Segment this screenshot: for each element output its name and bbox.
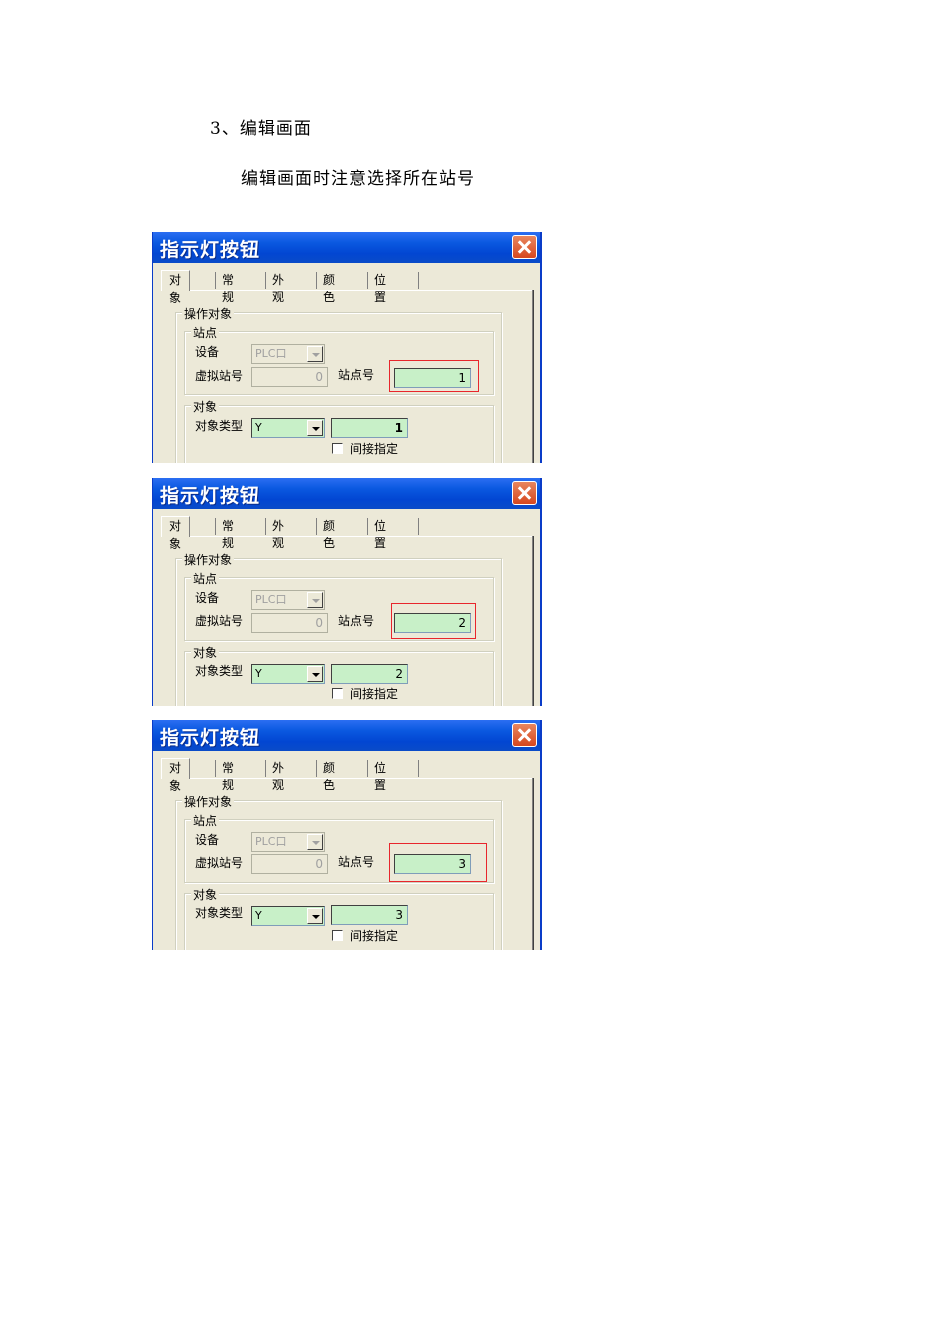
group-label: 站点 (191, 812, 220, 829)
virtual-station-label: 虚拟站号 (195, 614, 244, 628)
chevron-down-icon (307, 346, 323, 362)
station-number-label: 站点号 (338, 368, 375, 382)
chevron-down-icon (307, 592, 323, 608)
tab-position[interactable]: 位置 (367, 272, 386, 304)
tab-general[interactable]: 常规 (215, 272, 234, 304)
tab-position[interactable]: 位置 (367, 760, 386, 792)
chevron-down-icon (307, 834, 323, 850)
chevron-down-icon[interactable] (307, 666, 323, 682)
close-icon[interactable] (512, 723, 537, 747)
object-type-label: 对象类型 (195, 419, 244, 433)
chevron-down-icon[interactable] (307, 420, 323, 436)
tab-divider (418, 760, 419, 777)
object-type-label: 对象类型 (195, 664, 244, 678)
tab-general[interactable]: 常规 (215, 518, 234, 550)
object-address-input[interactable]: 1 (331, 418, 408, 438)
panel-border (161, 536, 533, 537)
group-label: 操作对象 (182, 793, 235, 810)
dialog-title: 指示灯按钮 (160, 485, 261, 507)
object-type-select[interactable]: Y (251, 906, 325, 926)
section-note: 编辑画面时注意选择所在站号 (241, 169, 475, 189)
group-label: 对象 (191, 398, 220, 415)
virtual-station-input: 0 (251, 367, 328, 387)
highlight-box (389, 843, 487, 882)
tab-color[interactable]: 颜色 (316, 272, 335, 304)
group-label: 站点 (191, 570, 220, 587)
device-label: 设备 (195, 833, 220, 847)
object-address-input[interactable]: 3 (331, 905, 408, 925)
tab-appearance[interactable]: 外观 (265, 760, 284, 792)
highlight-box (389, 360, 479, 392)
indirect-checkbox[interactable] (332, 688, 343, 699)
tab-divider (418, 272, 419, 289)
object-type-value: Y (255, 421, 262, 434)
virtual-station-input: 0 (251, 854, 328, 874)
device-label: 设备 (195, 345, 220, 359)
title-bar[interactable]: 指示灯按钮 (153, 720, 540, 751)
indirect-label: 间接指定 (350, 442, 399, 456)
station-number-label: 站点号 (338, 855, 375, 869)
object-type-select[interactable]: Y (251, 418, 325, 438)
tab-appearance[interactable]: 外观 (265, 272, 284, 304)
virtual-station-label: 虚拟站号 (195, 856, 244, 870)
indicator-button-dialog-2: 指示灯按钮 对象 常规 外观 颜色 位置 操作对象 站点 对象 设备 PLC口 … (152, 478, 542, 706)
virtual-station-input: 0 (251, 613, 328, 633)
panel-border (533, 290, 534, 463)
title-bar[interactable]: 指示灯按钮 (153, 478, 540, 509)
tab-general[interactable]: 常规 (215, 760, 234, 792)
highlight-box (391, 603, 476, 639)
tab-position[interactable]: 位置 (367, 518, 386, 550)
device-label: 设备 (195, 591, 220, 605)
title-bar[interactable]: 指示灯按钮 (153, 232, 540, 263)
indirect-checkbox[interactable] (332, 930, 343, 941)
group-label: 对象 (191, 886, 220, 903)
device-value: PLC口 (255, 347, 287, 360)
indirect-label: 间接指定 (350, 929, 399, 943)
indicator-button-dialog-3: 指示灯按钮 对象 常规 外观 颜色 位置 操作对象 站点 对象 设备 PLC口 … (152, 720, 542, 950)
device-select: PLC口 (251, 344, 325, 364)
panel-border (161, 290, 533, 291)
chevron-down-icon[interactable] (307, 908, 323, 924)
tab-color[interactable]: 颜色 (316, 760, 335, 792)
tab-appearance[interactable]: 外观 (265, 518, 284, 550)
object-type-label: 对象类型 (195, 906, 244, 920)
device-value: PLC口 (255, 835, 287, 848)
section-heading: 3、编辑画面 (210, 119, 312, 139)
panel-border (533, 778, 534, 950)
group-label: 操作对象 (182, 305, 235, 322)
object-address-input[interactable]: 2 (331, 664, 408, 684)
indicator-button-dialog-1: 指示灯按钮 对象 常规 外观 颜色 位置 操作对象 站点 对象 设备 PLC口 … (152, 232, 542, 463)
group-label: 操作对象 (182, 551, 235, 568)
tab-object[interactable]: 对象 (161, 270, 191, 305)
group-label: 站点 (191, 324, 220, 341)
device-value: PLC口 (255, 593, 287, 606)
panel-border (533, 536, 534, 706)
tab-divider (418, 518, 419, 535)
tab-object[interactable]: 对象 (161, 758, 191, 793)
indirect-checkbox[interactable] (332, 443, 343, 454)
device-select: PLC口 (251, 590, 325, 610)
object-type-select[interactable]: Y (251, 664, 325, 684)
object-type-value: Y (255, 909, 262, 922)
tab-color[interactable]: 颜色 (316, 518, 335, 550)
virtual-station-label: 虚拟站号 (195, 369, 244, 383)
object-type-value: Y (255, 667, 262, 680)
group-label: 对象 (191, 644, 220, 661)
close-icon[interactable] (512, 481, 537, 505)
close-icon[interactable] (512, 235, 537, 259)
indirect-label: 间接指定 (350, 687, 399, 701)
dialog-title: 指示灯按钮 (160, 239, 261, 261)
panel-border (161, 778, 533, 779)
dialog-title: 指示灯按钮 (160, 727, 261, 749)
device-select: PLC口 (251, 832, 325, 852)
station-number-label: 站点号 (338, 614, 375, 628)
tab-object[interactable]: 对象 (161, 516, 191, 551)
